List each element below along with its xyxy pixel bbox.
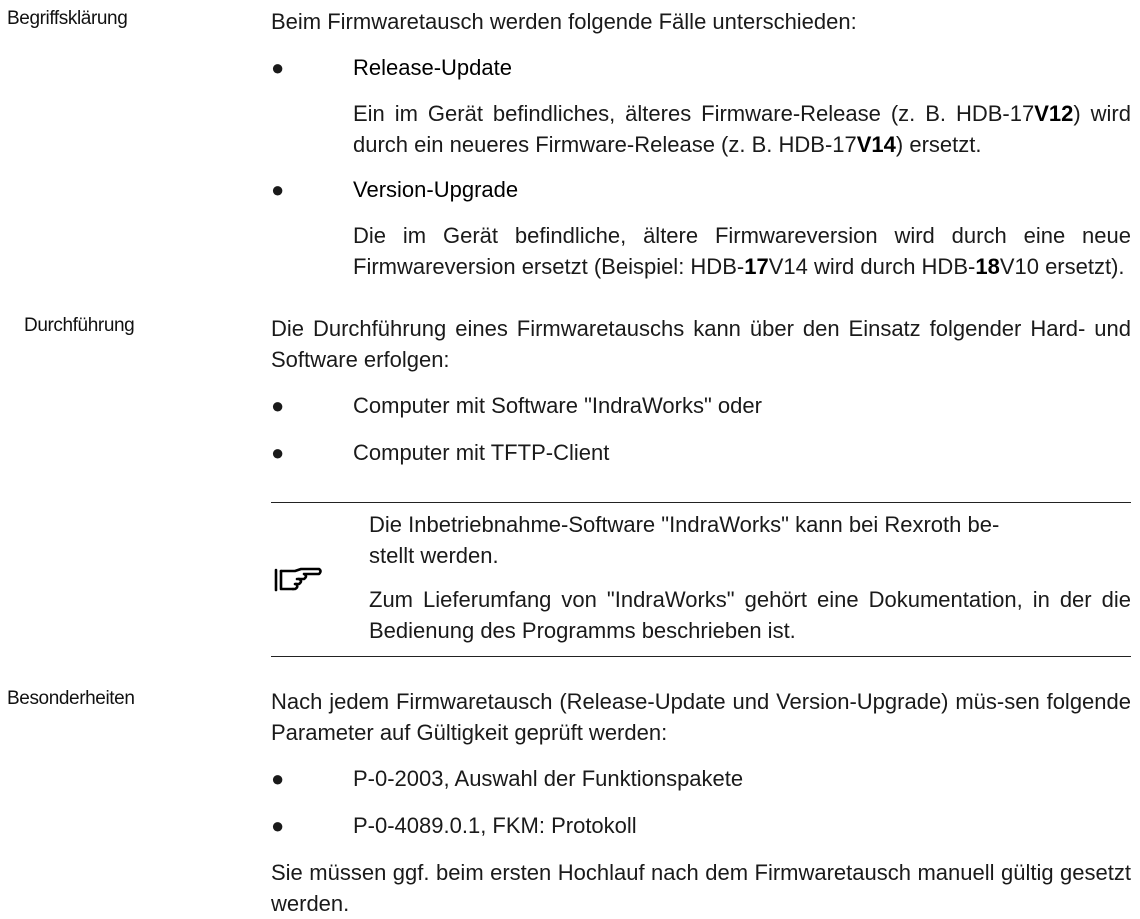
version-upgrade-description: Die im Gerät befindliche, ältere Firmwar… [353, 223, 1131, 279]
bullet-icon: ● [271, 55, 285, 80]
bullet-icon: ● [271, 177, 285, 202]
besonderheiten-outro: Sie müssen ggf. beim ersten Hochlauf nac… [271, 860, 1131, 916]
release-update-description: Ein im Gerät befindliches, älteres Firmw… [353, 101, 1131, 157]
list-item-release-update: ● Release-Update [271, 52, 512, 83]
note-top-rule [271, 502, 1131, 503]
list-item: ● Computer mit Software "IndraWorks" oder [271, 390, 762, 421]
bullet-icon: ● [271, 813, 285, 838]
begriff-intro: Beim Firmwaretausch werden folgende Fäll… [271, 9, 857, 34]
note-text-2: Zum Lieferumfang von "IndraWorks" gehört… [369, 587, 1131, 643]
durchfuehrung-intro: Die Durchführung eines Firmwaretauschs k… [271, 316, 1131, 372]
list-item: ● Computer mit TFTP-Client [271, 437, 609, 468]
margin-label-begriffsklaerung: Begriffsklärung [7, 8, 128, 29]
list-item: ● P-0-4089.0.1, FKM: Protokoll [271, 810, 637, 841]
margin-label-besonderheiten: Besonderheiten [7, 688, 135, 709]
besonderheiten-intro: Nach jedem Firmwaretausch (Release-Updat… [271, 689, 1131, 745]
list-item-version-upgrade: ● Version-Upgrade [271, 174, 518, 205]
version-upgrade-title: Version-Upgrade [353, 177, 519, 202]
pointing-hand-icon [274, 567, 322, 592]
list-item: ● P-0-2003, Auswahl der Funktionspakete [271, 763, 743, 794]
bullet-icon: ● [271, 766, 285, 791]
bullet-icon: ● [271, 393, 285, 418]
release-update-title: Release-Update [353, 55, 512, 80]
note-text-1: Die Inbetriebnahme-Software "IndraWorks"… [369, 512, 1000, 568]
note-bottom-rule [271, 656, 1131, 657]
bullet-icon: ● [271, 440, 285, 465]
margin-label-durchfuehrung: Durchführung [24, 315, 135, 336]
